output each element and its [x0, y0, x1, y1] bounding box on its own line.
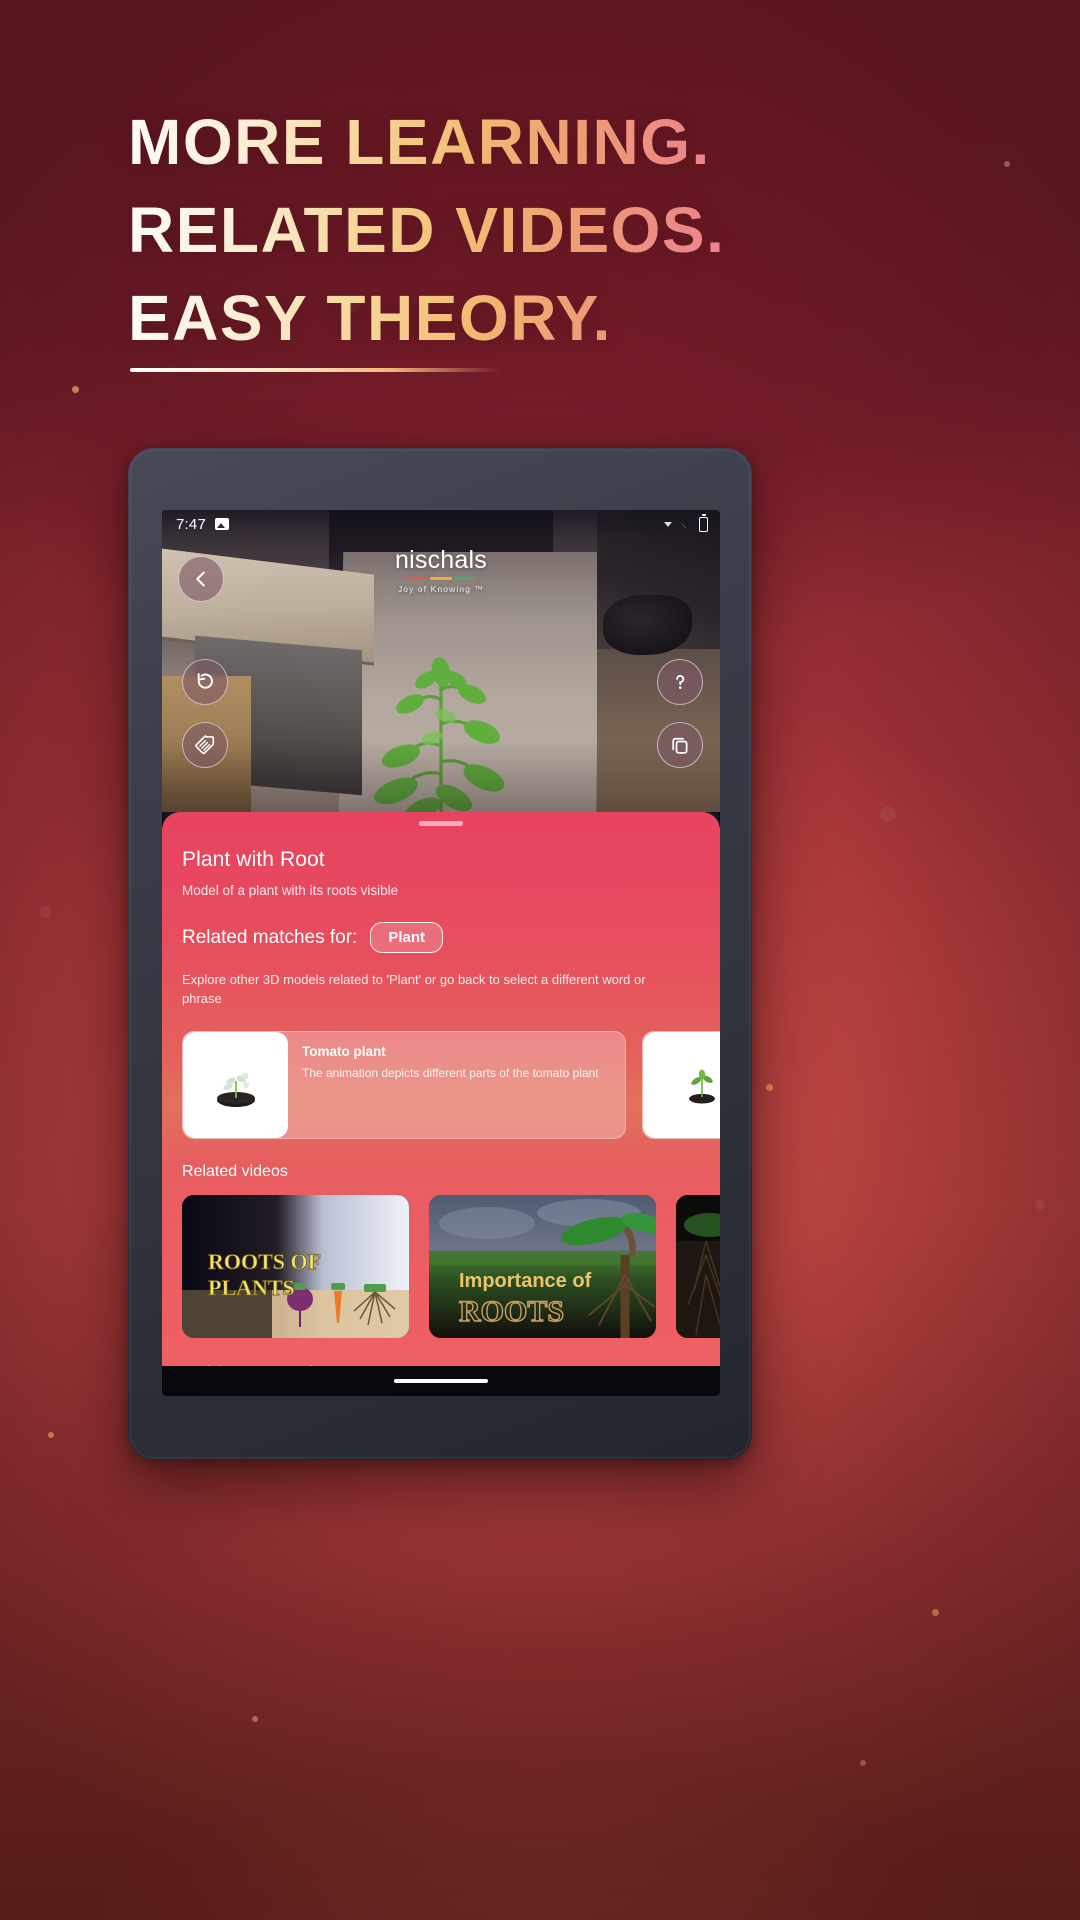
back-button[interactable]	[178, 556, 224, 602]
model-card-body: Tomato plant The animation depicts diffe…	[288, 1032, 613, 1138]
headline-line-3: EASY THEORY.	[128, 274, 968, 362]
related-videos-title: Related videos	[182, 1162, 288, 1180]
duplicate-button[interactable]	[657, 722, 703, 768]
plant-sprout-thumbnail	[689, 1069, 715, 1104]
battery-icon	[699, 514, 708, 532]
video-card[interactable]: ROOTS OF PLANTS	[182, 1194, 409, 1338]
status-bar-left: 7:47	[176, 516, 229, 533]
logo-wordmark: nischals	[395, 546, 487, 574]
model-thumbnail	[183, 1031, 288, 1138]
svg-text:Importance of: Importance of	[459, 1270, 592, 1292]
headline-divider	[130, 368, 500, 372]
sheet-header: Plant with Root Model of a plant with it…	[162, 826, 720, 1009]
tag-lines-icon	[195, 735, 215, 755]
model-info-sheet: Plant with Root Model of a plant with it…	[162, 812, 720, 1396]
video-card[interactable]	[676, 1194, 720, 1338]
page-title: Plant with Root	[182, 848, 325, 871]
svg-text:ROOTS: ROOTS	[459, 1295, 564, 1328]
status-bar: 7:47	[162, 510, 720, 538]
tomato-seedling-thumbnail	[216, 1072, 255, 1107]
question-mark-icon	[676, 675, 685, 689]
tablet-device-frame: nischals Joy of Knowing ™ 7:47 Plant wit…	[128, 448, 752, 1460]
chevron-left-icon	[196, 571, 205, 587]
wifi-icon	[678, 519, 693, 530]
caret-icon	[664, 521, 672, 527]
model-card-title: Tomato plant	[302, 1043, 386, 1059]
roots-of-plants-thumbnail: ROOTS OF PLANTS	[182, 1194, 409, 1338]
headline-line-1: MORE LEARNING.	[128, 98, 968, 186]
importance-of-roots-thumbnail: Importance of ROOTS	[429, 1194, 656, 1338]
tablet-screen: nischals Joy of Knowing ™ 7:47 Plant wit…	[162, 510, 720, 1396]
search-term-chip[interactable]: Plant	[370, 922, 443, 953]
model-thumbnail	[643, 1031, 720, 1138]
related-videos-list[interactable]: ROOTS OF PLANTS Importance of ROOTS	[162, 1194, 720, 1338]
related-matches-label: Related matches for:	[182, 926, 358, 948]
status-bar-right	[664, 514, 708, 532]
nischals-logo: nischals Joy of Knowing ™	[395, 546, 487, 594]
soil-roots-thumbnail	[676, 1194, 720, 1338]
reset-button[interactable]	[182, 659, 228, 705]
rotate-ccw-icon	[197, 672, 213, 689]
image-icon	[215, 518, 229, 530]
list-item[interactable]	[642, 1030, 720, 1139]
ar-bottom-shadow	[162, 739, 720, 812]
model-card-description: The animation depicts different parts of…	[302, 1065, 599, 1080]
model-subtitle: Model of a plant with its roots visible	[182, 883, 399, 898]
home-indicator[interactable]	[394, 1379, 488, 1383]
system-navigation-bar	[162, 1366, 720, 1396]
svg-text:ROOTS OF: ROOTS OF	[208, 1249, 321, 1274]
logo-tagline: Joy of Knowing ™	[397, 584, 485, 594]
copy-icon	[672, 737, 688, 754]
ar-camera-view: nischals Joy of Knowing ™	[162, 510, 720, 812]
status-time: 7:47	[176, 515, 206, 533]
label-button[interactable]	[182, 722, 228, 768]
related-matches-list[interactable]: Tomato plant The animation depicts diffe…	[162, 1030, 720, 1139]
svg-text:PLANTS: PLANTS	[208, 1275, 295, 1300]
promo-headline: MORE LEARNING. RELATED VIDEOS. EASY THEO…	[128, 98, 968, 362]
video-card[interactable]: Importance of ROOTS	[429, 1194, 656, 1338]
list-item[interactable]: Tomato plant The animation depicts diffe…	[182, 1030, 626, 1139]
headline-line-2: RELATED VIDEOS.	[128, 186, 968, 274]
ar-office-chair	[602, 594, 693, 655]
logo-color-bars	[395, 577, 487, 580]
explore-hint-text: Explore other 3D models related to 'Plan…	[182, 972, 646, 1006]
related-matches-row: Related matches for: Plant	[182, 922, 700, 953]
help-button[interactable]	[657, 659, 703, 705]
